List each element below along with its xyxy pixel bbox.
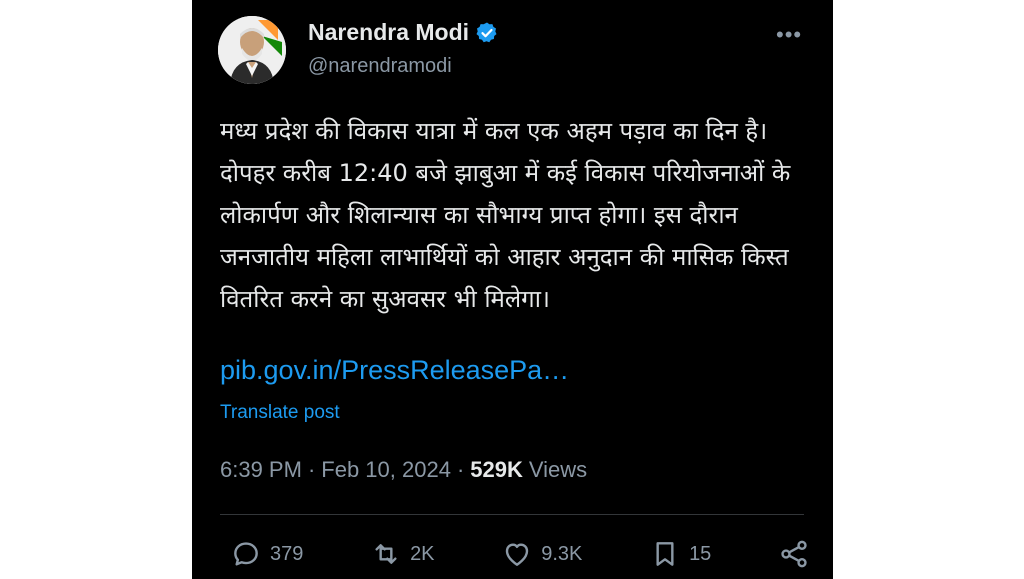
- like-count: 9.3K: [541, 542, 583, 565]
- share-button[interactable]: [778, 538, 810, 570]
- views-count: 529K: [470, 457, 523, 482]
- heart-icon: [506, 543, 529, 566]
- author-name-row[interactable]: Narendra Modi: [308, 19, 499, 46]
- post-meta: 6:39 PM · Feb 10, 2024 · 529K Views: [220, 457, 587, 483]
- divider: [220, 514, 804, 515]
- verified-badge-icon: [476, 22, 497, 42]
- bookmark-icon: [656, 542, 674, 566]
- author-name[interactable]: Narendra Modi: [308, 19, 469, 46]
- repost-icon: [375, 544, 397, 564]
- meta-separator: ·: [307, 457, 316, 482]
- repost-count: 2K: [410, 542, 435, 565]
- post-card: Narendra Modi @narendramodi ••• मध्य प्र…: [192, 0, 833, 579]
- avatar-image: [218, 16, 286, 84]
- more-options-icon[interactable]: •••: [776, 22, 802, 48]
- translate-post-button[interactable]: Translate post: [220, 402, 340, 424]
- bookmark-count: 15: [689, 542, 712, 565]
- post-time[interactable]: 6:39 PM: [220, 457, 302, 483]
- post-link[interactable]: pib.gov.in/PressReleasePa…: [220, 355, 569, 386]
- meta-separator: ·: [456, 457, 465, 482]
- reply-count: 379: [270, 542, 304, 565]
- share-icon: [781, 540, 807, 568]
- post-text: मध्य प्रदेश की विकास यात्रा में कल एक अह…: [220, 117, 791, 313]
- bookmark-button[interactable]: 15: [649, 538, 711, 570]
- avatar[interactable]: [218, 16, 286, 84]
- reply-button[interactable]: 379: [230, 538, 303, 570]
- like-button[interactable]: 9.3K: [501, 538, 582, 570]
- views-label: Views: [528, 457, 588, 482]
- author-handle[interactable]: @narendramodi: [308, 55, 452, 78]
- action-bar: 379 2K 9.3K 15: [230, 538, 810, 570]
- reply-icon: [234, 542, 258, 566]
- repost-button[interactable]: 2K: [370, 538, 435, 570]
- post-date[interactable]: Feb 10, 2024: [321, 457, 451, 483]
